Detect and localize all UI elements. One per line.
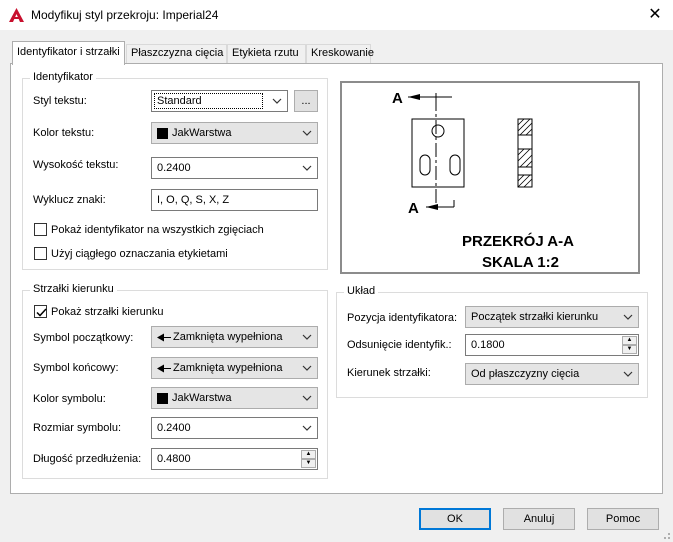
spin-down-icon[interactable]: ▼ (301, 459, 316, 468)
pokaz-identyfikator-checkbox[interactable] (34, 223, 47, 236)
section-preview-drawing: A A PRZEKRÓJ A-A SKALA 1:2 (392, 90, 574, 271)
uzyj-ciaglego-label: Użyj ciągłego oznaczania etykietami (51, 248, 228, 260)
chevron-down-icon (302, 165, 312, 171)
dlugosc-przedluzenia-value: 0.4800 (157, 453, 191, 465)
dlugosc-przedluzenia-label: Długość przedłużenia: (33, 453, 142, 465)
dlugosc-przedluzenia-spinner[interactable]: 0.4800 ▲ ▼ (151, 448, 318, 470)
color-swatch (157, 128, 168, 139)
wyklucz-znaki-input[interactable]: I, O, Q, S, X, Z (151, 189, 318, 211)
tab-label: Identyfikator i strzałki (17, 46, 120, 58)
help-button[interactable]: Pomoc (587, 508, 659, 530)
pokaz-identyfikator-label: Pokaż identyfikator na wszystkich zgięci… (51, 224, 264, 236)
resize-grip-icon[interactable] (660, 529, 671, 540)
symbol-koncowy-select[interactable]: Zamknięta wypełniona (151, 357, 318, 379)
pokaz-strzalki-checkbox[interactable] (34, 305, 47, 318)
group-uklad-label: Układ (344, 285, 379, 297)
symbol-koncowy-label: Symbol końcowy: (33, 362, 119, 374)
chevron-down-icon (302, 130, 312, 136)
checkmark-icon (36, 308, 47, 317)
styl-tekstu-value: Standard (157, 95, 202, 107)
tab-etykieta[interactable]: Etykieta rzutu (227, 44, 306, 63)
color-swatch (157, 393, 168, 404)
tab-plaszczyzna[interactable]: Płaszczyzna cięcia (126, 44, 227, 63)
hatch-pattern (517, 118, 533, 188)
kolor-symbolu-value: JakWarstwa (172, 392, 232, 404)
autocad-logo-icon (9, 8, 24, 22)
styl-tekstu-select[interactable]: Standard (151, 90, 288, 112)
odsuniecie-label: Odsunięcie identyfik.: (347, 339, 452, 351)
chevron-down-icon (302, 395, 312, 401)
odsuniecie-spinner[interactable]: 0.1800 ▲ ▼ (465, 334, 639, 356)
symbol-poczatkowy-label: Symbol początkowy: (33, 332, 134, 344)
spin-up-icon[interactable]: ▲ (622, 336, 637, 345)
cancel-button[interactable]: Anuluj (503, 508, 575, 530)
kolor-symbolu-label: Kolor symbolu: (33, 393, 106, 405)
arrow-head-top (408, 94, 420, 100)
pozycja-identyfikatora-label: Pozycja identyfikatora: (347, 312, 458, 324)
group-identyfikator-label: Identyfikator (30, 71, 96, 83)
symbol-poczatkowy-select[interactable]: Zamknięta wypełniona (151, 326, 318, 348)
odsuniecie-value: 0.1800 (471, 339, 505, 351)
kierunek-strzalki-value: Od płaszczyzny cięcia (471, 368, 580, 380)
title-bar: Modyfikuj styl przekroju: Imperial24 ✕ (0, 0, 673, 30)
filled-arrow-icon (157, 333, 171, 342)
pokaz-strzalki-label: Pokaż strzałki kierunku (51, 306, 164, 318)
styl-tekstu-label: Styl tekstu: (33, 95, 87, 107)
wysokosc-tekstu-select[interactable]: 0.2400 (151, 157, 318, 179)
close-icon[interactable]: ✕ (640, 2, 670, 28)
tab-label: Kreskowanie (311, 47, 374, 59)
pozycja-identyfikatora-value: Początek strzałki kierunku (471, 311, 599, 323)
chevron-down-icon (272, 98, 282, 104)
part-outline (411, 118, 465, 188)
section-marker-bottom: A (408, 200, 419, 217)
kierunek-strzalki-label: Kierunek strzałki: (347, 367, 431, 379)
part-hole (431, 124, 445, 138)
uzyj-ciaglego-checkbox[interactable] (34, 247, 47, 260)
kolor-tekstu-value: JakWarstwa (172, 127, 232, 139)
chevron-down-icon (623, 371, 633, 377)
browse-style-button[interactable]: ... (294, 90, 318, 112)
kolor-symbolu-select[interactable]: JakWarstwa (151, 387, 318, 409)
wysokosc-tekstu-label: Wysokość tekstu: (33, 159, 119, 171)
rozmiar-symbolu-label: Rozmiar symbolu: (33, 422, 122, 434)
tab-label: Płaszczyzna cięcia (131, 47, 224, 59)
chevron-down-icon (623, 314, 633, 320)
chevron-down-icon (302, 365, 312, 371)
section-marker-top: A (392, 90, 403, 107)
wyklucz-znaki-value: I, O, Q, S, X, Z (157, 194, 230, 206)
group-strzalki-label: Strzałki kierunku (30, 283, 117, 295)
filled-arrow-icon (157, 364, 171, 373)
part-slot-right (449, 154, 461, 176)
ok-button[interactable]: OK (419, 508, 491, 530)
wyklucz-znaki-label: Wyklucz znaki: (33, 194, 106, 206)
tab-kreskowanie[interactable]: Kreskowanie (306, 44, 374, 63)
pozycja-identyfikatora-select[interactable]: Początek strzałki kierunku (465, 306, 639, 328)
wysokosc-tekstu-value: 0.2400 (157, 162, 191, 174)
chevron-down-icon (302, 334, 312, 340)
chevron-down-icon (302, 425, 312, 431)
preview-title-line2: SKALA 1:2 (482, 254, 559, 271)
kolor-tekstu-select[interactable]: JakWarstwa (151, 122, 318, 144)
preview-canvas: A A PRZEKRÓJ A-A SKALA 1:2 (340, 81, 640, 274)
part-slot-left (419, 154, 431, 176)
rozmiar-symbolu-select[interactable]: 0.2400 (151, 417, 318, 439)
symbol-koncowy-value: Zamknięta wypełniona (173, 362, 283, 374)
window-title: Modyfikuj styl przekroju: Imperial24 (31, 8, 219, 22)
tab-identyfikator[interactable]: Identyfikator i strzałki (12, 41, 125, 65)
preview-title-line1: PRZEKRÓJ A-A (462, 232, 574, 250)
spin-up-icon[interactable]: ▲ (301, 450, 316, 459)
kierunek-strzalki-select[interactable]: Od płaszczyzny cięcia (465, 363, 639, 385)
tab-label: Etykieta rzutu (232, 47, 299, 59)
spin-down-icon[interactable]: ▼ (622, 345, 637, 354)
arrow-head-bottom (426, 204, 438, 210)
symbol-poczatkowy-value: Zamknięta wypełniona (173, 331, 283, 343)
kolor-tekstu-label: Kolor tekstu: (33, 127, 95, 139)
rozmiar-symbolu-value: 0.2400 (157, 422, 191, 434)
